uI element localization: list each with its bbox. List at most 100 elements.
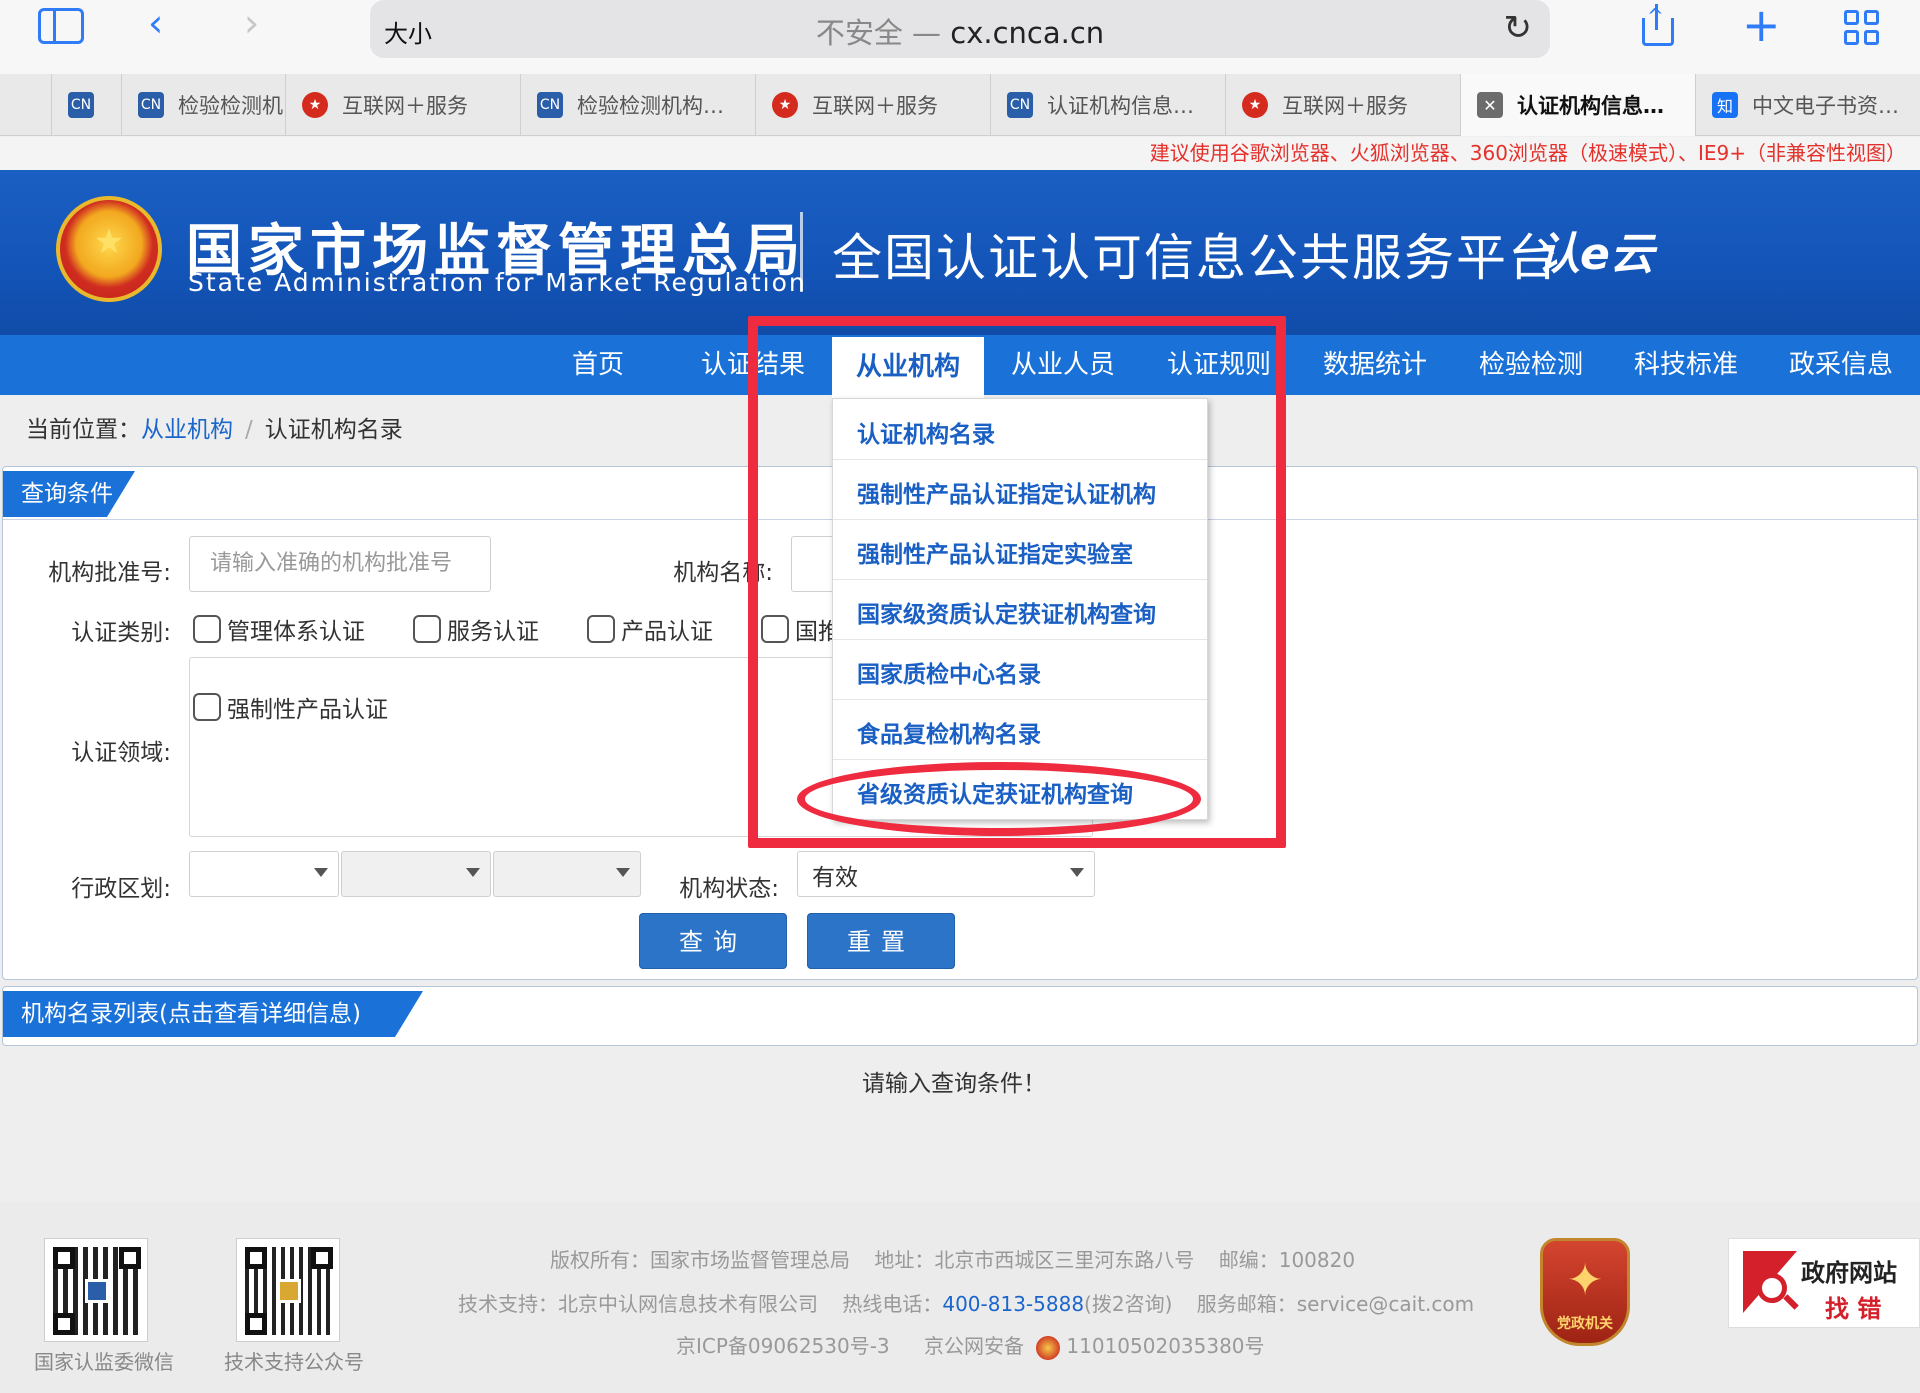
query-button[interactable]: 查询 [639,913,787,969]
tab-label: 认证机构信息… [1047,94,1194,118]
list-panel: 机构名录列表(点击查看详细信息) [2,986,1918,1046]
browser-tab[interactable]: ★ 互联网＋服务 [286,74,521,136]
icp-link[interactable]: 京ICP备09062530号-3 [676,1334,890,1358]
header-divider [800,212,803,292]
query-panel-title: 查询条件 [3,471,135,517]
tab-label: 互联网＋服务 [812,94,938,118]
footer-support-line: 技术支持：北京中认网信息技术有限公司 热线电话：400-813-5888(拨2咨… [458,1288,1474,1317]
police-label: 京公网安备 [924,1334,1025,1358]
status-label: 机构状态: [679,876,779,902]
party-government-badge-icon[interactable]: ✦ 党政机关 [1540,1238,1630,1346]
highlight-ellipse-annotation [797,762,1201,836]
national-emblem-icon: ★ [56,196,162,302]
category-checkbox[interactable] [587,615,615,643]
category-label: 认证类别: [71,620,171,646]
reload-icon[interactable]: ↻ [1504,8,1533,48]
police-emblem-icon [1036,1335,1061,1360]
category-checkbox[interactable] [193,615,221,643]
close-icon[interactable]: ✕ [1477,92,1503,118]
platform-title: 全国认证认可信息公共服务平台 [832,229,1560,287]
support-text: 北京中认网信息技术有限公司 [558,1292,818,1316]
category-checkbox[interactable] [413,615,441,643]
nav-item-standards[interactable]: 科技标准 [1621,335,1751,395]
category-option[interactable]: 管理体系认证 [227,612,365,646]
tab-bar: CN CN 检验检测机 ★ 互联网＋服务 CN 检验检测机构… ★ 互联网＋服务… [0,74,1920,136]
tech-support-qr-icon [236,1238,340,1342]
breadcrumb-link[interactable]: 从业机构 [141,417,233,443]
email-text[interactable]: service@cait.com [1297,1292,1474,1316]
empty-result-message: 请输入查询条件！ [862,1071,1046,1097]
hotline-note: (拨2咨询) [1084,1292,1173,1316]
footer-copyright-line: 版权所有：国家市场监督管理总局 地址：北京市西城区三里河东路八号 邮编：1008… [550,1244,1355,1273]
new-tab-icon[interactable]: + [1742,2,1781,48]
approval-number-input[interactable]: 请输入准确的机构批准号 [189,536,491,592]
category-option[interactable]: 产品认证 [621,612,713,646]
reset-button[interactable]: 重置 [807,913,955,969]
qr-caption: 国家认监委微信 [34,1350,174,1374]
police-number[interactable]: 11010502035380号 [1066,1334,1264,1358]
share-icon[interactable]: ^ [1640,4,1674,46]
back-icon[interactable]: ‹ [148,4,163,42]
copyright-text: 国家市场监督管理总局 [650,1248,850,1272]
province-select[interactable] [189,851,339,897]
breadcrumb-prefix: 当前位置： [26,417,141,443]
status-select[interactable]: 有效 [797,851,1095,897]
browser-tab[interactable]: 知 中文电子书资… [1696,74,1920,136]
nav-item-home[interactable]: 首页 [553,335,643,395]
nav-item-testing[interactable]: 检验检测 [1466,335,1596,395]
url-display[interactable]: 不安全 — cx.cnca.cn [370,10,1550,52]
breadcrumb-current: 认证机构名录 [264,417,403,443]
browser-tab[interactable]: CN [52,74,122,136]
copyright-label: 版权所有： [550,1248,650,1272]
emblem-icon: ★ [1242,92,1268,118]
org-name-en: State Administration for Market Regulati… [188,268,807,297]
district-select[interactable] [493,851,641,897]
tab-overview-icon[interactable] [1844,10,1880,46]
city-select[interactable] [341,851,491,897]
qr-caption: 技术支持公众号 [224,1350,364,1374]
approval-label: 机构批准号: [48,560,171,586]
tab-label: 互联网＋服务 [1282,94,1408,118]
hotline-label: 热线电话： [842,1292,943,1316]
chevron-down-icon [466,868,480,877]
tab-label: 认证机构信息… [1517,94,1664,118]
chevron-down-icon [616,868,630,877]
url-text: cx.cnca.cn [950,16,1105,50]
address-text: 北京市西城区三里河东路八号 [934,1248,1195,1272]
hotline-number[interactable]: 400-813-5888 [942,1292,1084,1316]
status-value: 有效 [812,865,858,891]
browser-tab[interactable] [0,74,52,136]
address-label: 地址： [874,1248,935,1272]
region-label: 行政区划: [71,876,171,902]
cloud-logo: 认e云 [1536,229,1654,280]
browser-tab[interactable]: CN 检验检测机 [122,74,286,136]
support-label: 技术支持： [458,1292,558,1316]
category-option[interactable]: 服务认证 [447,612,539,646]
gov-website-error-report-badge[interactable]: 政府网站 找 错 [1728,1238,1920,1328]
forward-icon[interactable]: › [244,4,259,42]
tab-label: 检验检测机 [178,94,283,118]
security-label: 不安全 — [815,16,942,50]
browser-tab[interactable]: ★ 互联网＋服务 [756,74,991,136]
domain-checkbox[interactable] [193,693,221,721]
sidebar-toggle-icon[interactable] [38,8,84,44]
address-bar[interactable]: 大小 不安全 — cx.cnca.cn ↻ [370,0,1550,58]
nav-item-procurement[interactable]: 政采信息 [1776,335,1906,395]
gov-badge-title: 政府网站 [1801,1259,1897,1287]
browser-tab[interactable]: ★ 互联网＋服务 [1226,74,1461,136]
browser-tab[interactable]: CN 检验检测机构… [521,74,756,136]
browser-tab[interactable]: CN 认证机构信息… [991,74,1226,136]
site-header: ★ 国家市场监督管理总局 State Administration for Ma… [0,170,1920,335]
email-label: 服务邮箱： [1196,1292,1297,1316]
browser-tab-active[interactable]: ✕ 认证机构信息… [1461,74,1696,136]
domain-label: 认证领域: [71,740,171,766]
cnca-icon: CN [138,92,164,118]
chevron-down-icon [314,868,328,877]
domain-option[interactable]: 强制性产品认证 [227,690,388,724]
list-panel-title: 机构名录列表(点击查看详细信息) [3,991,423,1037]
nav-item-statistics[interactable]: 数据统计 [1310,335,1440,395]
cnca-wechat-qr-icon [44,1238,148,1342]
cnca-icon: CN [68,92,94,118]
postcode-label: 邮编： [1218,1248,1279,1272]
star-icon: ★ [93,222,125,262]
